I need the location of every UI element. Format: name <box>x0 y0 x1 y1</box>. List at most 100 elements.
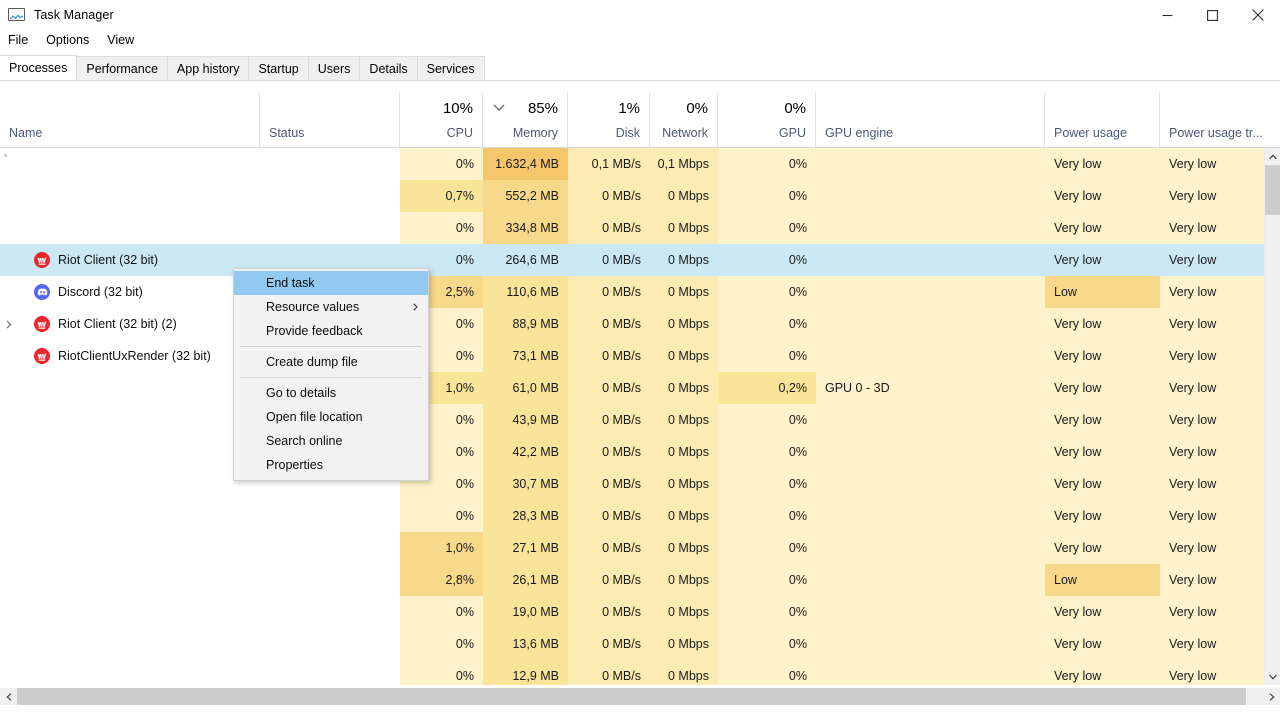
cell-network: 0 Mbps <box>650 340 718 372</box>
scroll-right-button[interactable] <box>1263 688 1280 705</box>
context-menu-item[interactable]: Create dump file <box>234 350 428 374</box>
table-row[interactable]: 0% 42,2 MB 0 MB/s 0 Mbps 0% Very low Very low <box>0 436 1264 468</box>
cell-network: 0 Mbps <box>650 180 718 212</box>
cell-disk: 0 MB/s <box>568 276 650 308</box>
table-row[interactable]: 1,0% 27,1 MB 0 MB/s 0 Mbps 0% Very low Very lo… <box>0 532 1264 564</box>
table-row[interactable]: Riot Client (32 bit) 0% 264,6 MB 0 MB/s 0 Mb… <box>0 244 1264 276</box>
column-header-disk[interactable]: 1% Disk <box>568 92 650 147</box>
cell-memory: 43,9 MB <box>483 404 568 436</box>
expand-chevron-icon[interactable] <box>0 308 18 340</box>
cell-memory: 27,1 MB <box>483 532 568 564</box>
table-row[interactable]: Discord (32 bit) 2,5% 110,6 MB 0 MB/s 0 Mbps… <box>0 276 1264 308</box>
cell-disk: 0 MB/s <box>568 660 650 685</box>
tab-services[interactable]: Services <box>416 56 485 80</box>
table-row[interactable]: 0% 30,7 MB 0 MB/s 0 Mbps 0% Very low Very low <box>0 468 1264 500</box>
table-row[interactable]: 0% 12,9 MB 0 MB/s 0 Mbps 0% Very low Very low <box>0 660 1264 685</box>
context-menu-item[interactable]: Search online <box>234 429 428 453</box>
menu-view[interactable]: View <box>98 31 143 51</box>
column-header-gpu-engine[interactable]: GPU engine <box>816 92 1045 147</box>
table-row[interactable]: 1,0% 61,0 MB 0 MB/s 0 Mbps 0,2% GPU 0 - 3D Ver… <box>0 372 1264 404</box>
context-menu-item-label: Search online <box>266 434 343 448</box>
cell-power-trend: Very low <box>1160 212 1264 244</box>
scroll-up-button[interactable] <box>1265 148 1280 165</box>
context-menu-item[interactable]: Properties <box>234 453 428 477</box>
cell-name <box>0 628 260 660</box>
context-menu-item[interactable]: End task <box>234 271 428 295</box>
context-menu-item[interactable]: Resource values <box>234 295 428 319</box>
horizontal-scrollbar[interactable] <box>0 688 1280 705</box>
column-percent: 0% <box>686 100 708 117</box>
vertical-scrollbar-thumb[interactable] <box>1265 165 1280 215</box>
scroll-down-button[interactable] <box>1265 668 1280 685</box>
context-menu-item[interactable]: Open file location <box>234 405 428 429</box>
cell-status <box>260 596 400 628</box>
maximize-button[interactable] <box>1190 0 1235 30</box>
cell-power: Very low <box>1045 308 1160 340</box>
cell-gpu-engine <box>816 660 1045 685</box>
tab-details[interactable]: Details <box>359 56 418 80</box>
cell-status <box>260 660 400 685</box>
menu-file[interactable]: File <box>0 31 37 51</box>
tab-label: Details <box>369 61 408 76</box>
title-bar: Task Manager <box>0 0 1280 30</box>
cell-disk: 0,1 MB/s <box>568 148 650 180</box>
context-menu-item[interactable]: Provide feedback <box>234 319 428 343</box>
close-button[interactable] <box>1235 0 1280 30</box>
cell-gpu-engine <box>816 596 1045 628</box>
cell-power-trend: Very low <box>1160 500 1264 532</box>
cell-disk: 0 MB/s <box>568 372 650 404</box>
horizontal-scrollbar-thumb[interactable] <box>17 688 1246 705</box>
table-row[interactable]: 2,8% 26,1 MB 0 MB/s 0 Mbps 0% Low Very low <box>0 564 1264 596</box>
cell-power: Very low <box>1045 500 1160 532</box>
column-header-power-usage[interactable]: Power usage <box>1045 92 1160 147</box>
cell-power-trend: Very low <box>1160 148 1264 180</box>
cell-memory: 552,2 MB <box>483 180 568 212</box>
cell-status <box>260 500 400 532</box>
tab-app-history[interactable]: App history <box>166 56 250 80</box>
tab-startup[interactable]: Startup <box>248 56 309 80</box>
menu-bar: File Options View <box>0 30 1280 52</box>
cell-gpu-engine: GPU 0 - 3D <box>816 372 1045 404</box>
cell-gpu: 0% <box>718 340 816 372</box>
cell-name <box>0 596 260 628</box>
tab-processes[interactable]: Processes <box>0 55 78 80</box>
column-header-status[interactable]: Status <box>260 92 400 147</box>
tab-strip: Processes Performance App history Startu… <box>0 55 1280 81</box>
tab-performance[interactable]: Performance <box>76 56 168 80</box>
table-row[interactable]: 0% 19,0 MB 0 MB/s 0 Mbps 0% Very low Very low <box>0 596 1264 628</box>
cell-name <box>0 372 260 404</box>
cell-network: 0 Mbps <box>650 500 718 532</box>
tab-label: Performance <box>86 61 158 76</box>
column-header-name[interactable]: Name <box>0 92 260 147</box>
context-menu-item[interactable]: Go to details <box>234 381 428 405</box>
column-header-power-usage-trend[interactable]: Power usage tr... <box>1160 92 1280 147</box>
menu-options[interactable]: Options <box>37 31 98 51</box>
vertical-scrollbar[interactable] <box>1264 148 1280 685</box>
table-row[interactable]: RiotClientUxRender (32 bit) 0% 73,1 MB 0 MB… <box>0 340 1264 372</box>
table-row[interactable]: Riot Client (32 bit) (2) 0% 88,9 MB 0 MB/s 0… <box>0 308 1264 340</box>
cell-gpu: 0% <box>718 660 816 685</box>
column-header-memory[interactable]: 85% Memory <box>483 92 568 147</box>
scroll-left-button[interactable] <box>0 688 17 705</box>
cell-memory: 334,8 MB <box>483 212 568 244</box>
column-header-cpu[interactable]: 10% CPU <box>400 92 483 147</box>
cell-power: Very low <box>1045 436 1160 468</box>
table-row[interactable]: 0% 1.632,4 MB 0,1 MB/s 0,1 Mbps 0% Very low Ve… <box>0 148 1264 180</box>
table-row[interactable]: 0,7% 552,2 MB 0 MB/s 0 Mbps 0% Very low Very l… <box>0 180 1264 212</box>
process-name: Discord (32 bit) <box>58 285 143 299</box>
minimize-button[interactable] <box>1145 0 1190 30</box>
table-row[interactable]: 0% 13,6 MB 0 MB/s 0 Mbps 0% Very low Very low <box>0 628 1264 660</box>
table-row[interactable]: 0% 28,3 MB 0 MB/s 0 Mbps 0% Very low Very low <box>0 500 1264 532</box>
column-header-network[interactable]: 0% Network <box>650 92 718 147</box>
cell-name <box>0 436 260 468</box>
table-row[interactable]: 0% 334,8 MB 0 MB/s 0 Mbps 0% Very low Very low <box>0 212 1264 244</box>
tab-users[interactable]: Users <box>307 56 361 80</box>
cell-network: 0 Mbps <box>650 308 718 340</box>
column-header-gpu[interactable]: 0% GPU <box>718 92 816 147</box>
table-row[interactable]: 0% 43,9 MB 0 MB/s 0 Mbps 0% Very low Very low <box>0 404 1264 436</box>
